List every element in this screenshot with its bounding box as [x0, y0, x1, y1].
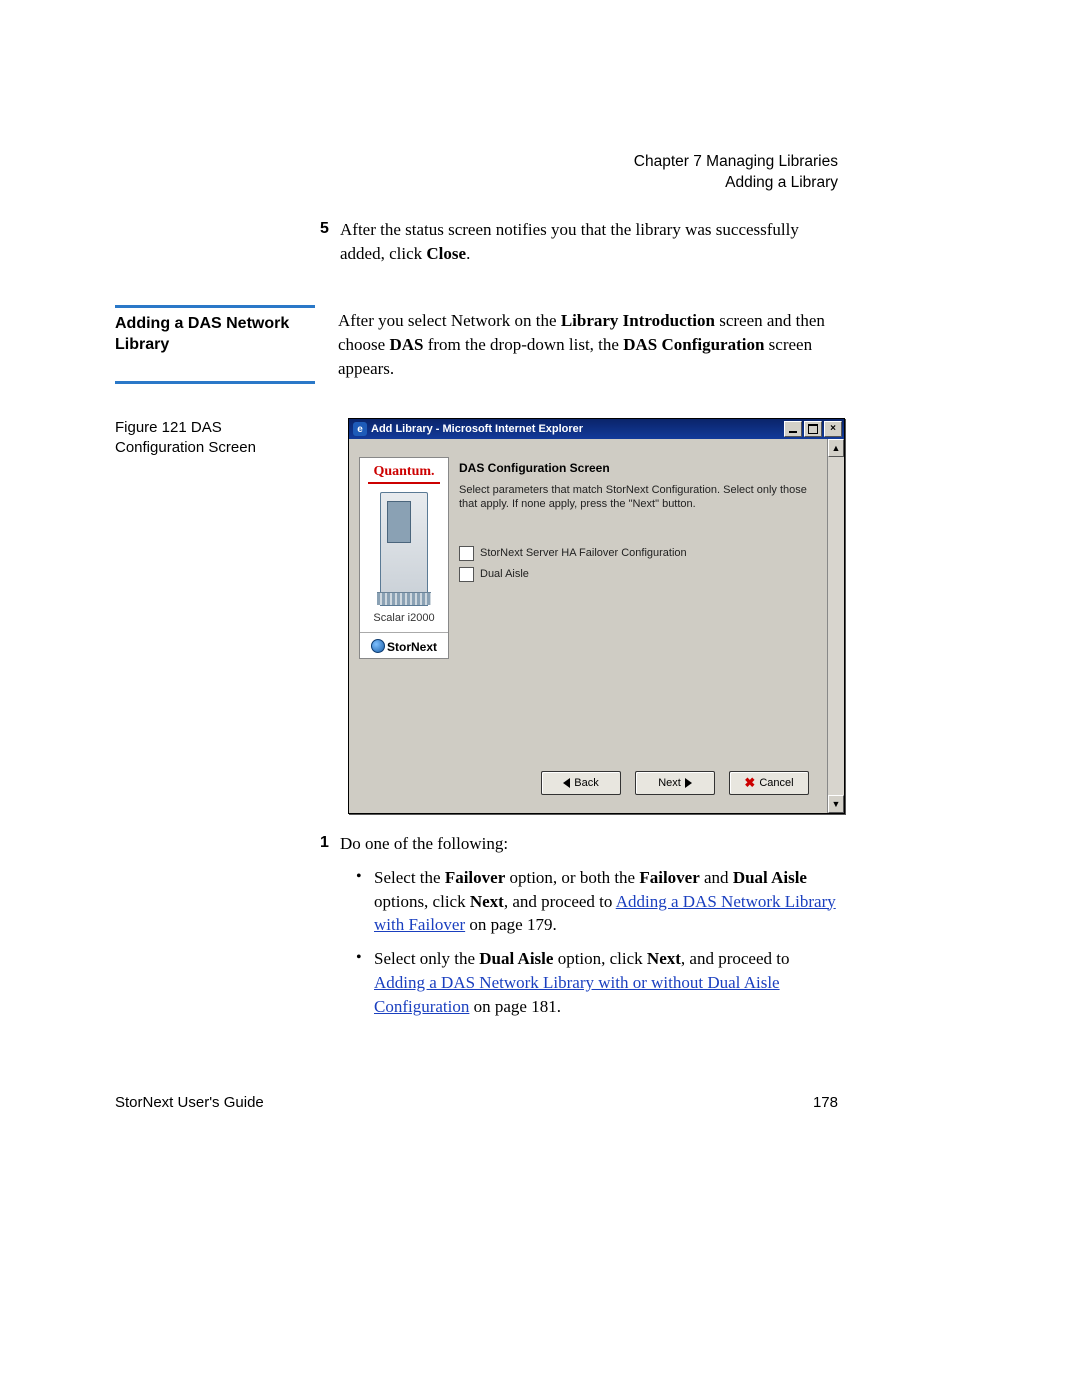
divider-top	[115, 305, 315, 308]
page: Chapter 7 Managing Libraries Adding a Li…	[0, 0, 1080, 1397]
back-button-label: Back	[574, 777, 598, 789]
step-1-bullet-list: Select the Failover option, or both the …	[356, 866, 840, 1019]
ie-window: e Add Library - Microsoft Internet Explo…	[348, 418, 845, 814]
cancel-button-label: Cancel	[759, 777, 793, 789]
scroll-down-button[interactable]: ▼	[828, 795, 844, 813]
step-5-number: 5	[320, 218, 329, 240]
das-config-desc: Select parameters that match StorNext Co…	[459, 483, 819, 512]
checkbox-row-dual-aisle[interactable]: Dual Aisle	[459, 567, 819, 582]
bullet-2: Select only the Dual Aisle option, click…	[356, 947, 840, 1018]
step-1-number: 1	[320, 832, 329, 854]
footer-left: StorNext User's Guide	[115, 1094, 264, 1111]
window-body: Quantum. Scalar i2000 StorNext DAS Confi…	[349, 439, 844, 813]
stornext-label: StorNext	[387, 640, 437, 654]
wizard-button-bar: Back Next ✖ Cancel	[541, 771, 809, 795]
bullet-1: Select the Failover option, or both the …	[356, 866, 840, 937]
sidebar-heading: Adding a DAS Network Library	[115, 314, 315, 356]
step-5-bold: Close	[426, 244, 466, 263]
window-scrollbar[interactable]: ▲ ▼	[827, 439, 844, 813]
step-1-lead: Do one of the following:	[340, 834, 508, 853]
window-minimize-button[interactable]	[784, 421, 802, 437]
footer-page-number: 178	[813, 1094, 838, 1111]
scalar-label: Scalar i2000	[360, 612, 448, 624]
intro-b2: DAS	[389, 335, 423, 354]
triangle-left-icon	[563, 778, 570, 788]
failover-checkbox-label: StorNext Server HA Failover Configuratio…	[480, 547, 687, 559]
next-button[interactable]: Next	[635, 771, 715, 795]
intro-b3: DAS Configuration	[623, 335, 764, 354]
link-dual-aisle[interactable]: Adding a DAS Network Library with or wit…	[374, 973, 780, 1016]
section-label: Adding a Library	[634, 173, 838, 194]
failover-checkbox[interactable]	[459, 546, 474, 561]
stornext-badge: StorNext	[360, 632, 448, 654]
step-1: 1 Do one of the following: Select the Fa…	[340, 832, 840, 1029]
window-close-button[interactable]: ×	[824, 421, 842, 437]
ie-icon: e	[353, 422, 367, 436]
window-content: Quantum. Scalar i2000 StorNext DAS Confi…	[349, 439, 827, 813]
scroll-up-button[interactable]: ▲	[828, 439, 844, 457]
quantum-logo: Quantum.	[360, 458, 448, 482]
page-header: Chapter 7 Managing Libraries Adding a Li…	[634, 152, 838, 194]
library-illustration	[380, 492, 428, 606]
chapter-label: Chapter 7 Managing Libraries	[634, 152, 838, 173]
wizard-left-panel: Quantum. Scalar i2000 StorNext	[359, 457, 449, 659]
cancel-button[interactable]: ✖ Cancel	[729, 771, 809, 795]
intro-pre: After you select Network on the	[338, 311, 561, 330]
triangle-right-icon	[685, 778, 692, 788]
figure-caption: Figure 121 DAS Configuration Screen	[115, 418, 315, 459]
das-config-title: DAS Configuration Screen	[459, 461, 819, 475]
step-5: 5 After the status screen notifies you t…	[340, 218, 840, 266]
window-titlebar[interactable]: e Add Library - Microsoft Internet Explo…	[349, 419, 844, 439]
intro-mid2: from the drop-down list, the	[423, 335, 623, 354]
window-title: Add Library - Microsoft Internet Explore…	[371, 423, 782, 435]
x-icon: ✖	[744, 775, 755, 791]
page-footer: StorNext User's Guide 178	[115, 1094, 838, 1111]
window-maximize-button[interactable]	[804, 421, 822, 437]
stornext-globe-icon	[371, 639, 385, 653]
step-5-text-post: .	[466, 244, 470, 263]
checkbox-row-failover[interactable]: StorNext Server HA Failover Configuratio…	[459, 546, 819, 561]
dual-aisle-checkbox-label: Dual Aisle	[480, 568, 529, 580]
back-button[interactable]: Back	[541, 771, 621, 795]
next-button-label: Next	[658, 777, 681, 789]
divider-bottom	[115, 381, 315, 384]
dual-aisle-checkbox[interactable]	[459, 567, 474, 582]
wizard-right-panel: DAS Configuration Screen Select paramete…	[459, 461, 819, 582]
step-5-text-pre: After the status screen notifies you tha…	[340, 220, 799, 263]
intro-b1: Library Introduction	[561, 311, 715, 330]
quantum-underline	[368, 482, 440, 484]
sidebar-heading-block: Adding a DAS Network Library	[115, 305, 315, 384]
intro-paragraph: After you select Network on the Library …	[338, 309, 838, 380]
